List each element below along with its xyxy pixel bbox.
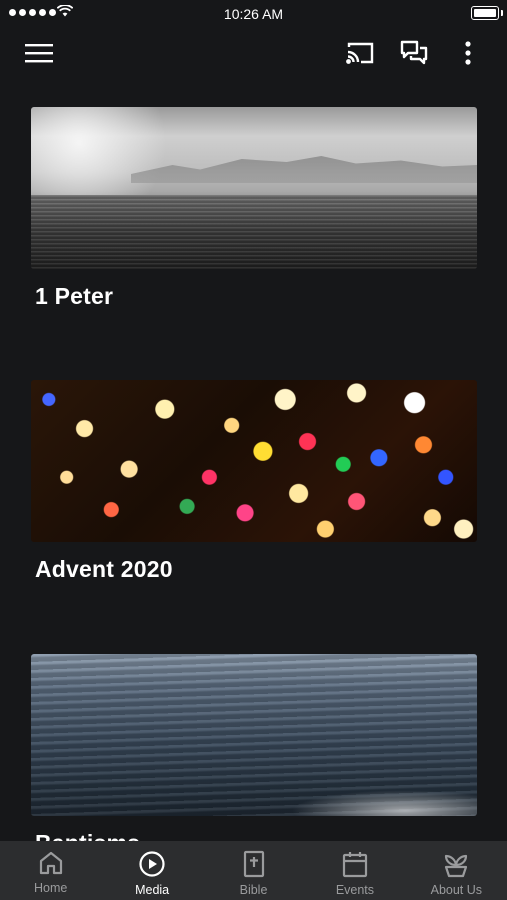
play-circle-icon xyxy=(139,851,165,877)
battery-icon xyxy=(471,6,503,20)
home-icon xyxy=(39,851,62,875)
calendar-icon xyxy=(342,852,368,878)
media-thumbnail xyxy=(31,654,477,816)
bottom-tab-bar: Home Media Bible Events About Us xyxy=(0,841,507,900)
tab-about-us[interactable]: About Us xyxy=(406,841,507,900)
status-bar: 10:26 AM xyxy=(0,0,507,28)
tab-media[interactable]: Media xyxy=(101,841,202,900)
tab-label: About Us xyxy=(430,883,483,897)
media-thumbnail xyxy=(31,380,477,542)
media-list: 1 Peter Advent 2020 Baptisms xyxy=(0,78,507,841)
hamburger-menu-icon[interactable] xyxy=(23,37,55,69)
tab-label: Media xyxy=(135,883,170,897)
more-vertical-icon[interactable] xyxy=(452,37,484,69)
media-item[interactable]: Advent 2020 xyxy=(31,380,477,583)
bible-icon xyxy=(243,850,264,878)
status-time: 10:26 AM xyxy=(223,6,284,22)
tab-home[interactable]: Home xyxy=(0,841,101,900)
top-toolbar xyxy=(0,28,507,78)
tab-bible[interactable]: Bible xyxy=(203,841,304,900)
tab-label: Events xyxy=(335,883,375,897)
media-item[interactable]: Baptisms xyxy=(31,654,477,841)
media-thumbnail xyxy=(31,107,477,269)
tab-label: Home xyxy=(34,881,68,895)
cast-icon[interactable] xyxy=(344,37,376,69)
tab-label: Bible xyxy=(239,883,268,897)
tab-events[interactable]: Events xyxy=(304,841,405,900)
media-title: 1 Peter xyxy=(35,283,114,309)
chat-icon[interactable] xyxy=(398,37,430,69)
plant-icon xyxy=(445,854,468,878)
media-title: Advent 2020 xyxy=(35,556,173,582)
media-title: Baptisms xyxy=(35,830,477,841)
media-item[interactable]: 1 Peter xyxy=(31,107,477,310)
